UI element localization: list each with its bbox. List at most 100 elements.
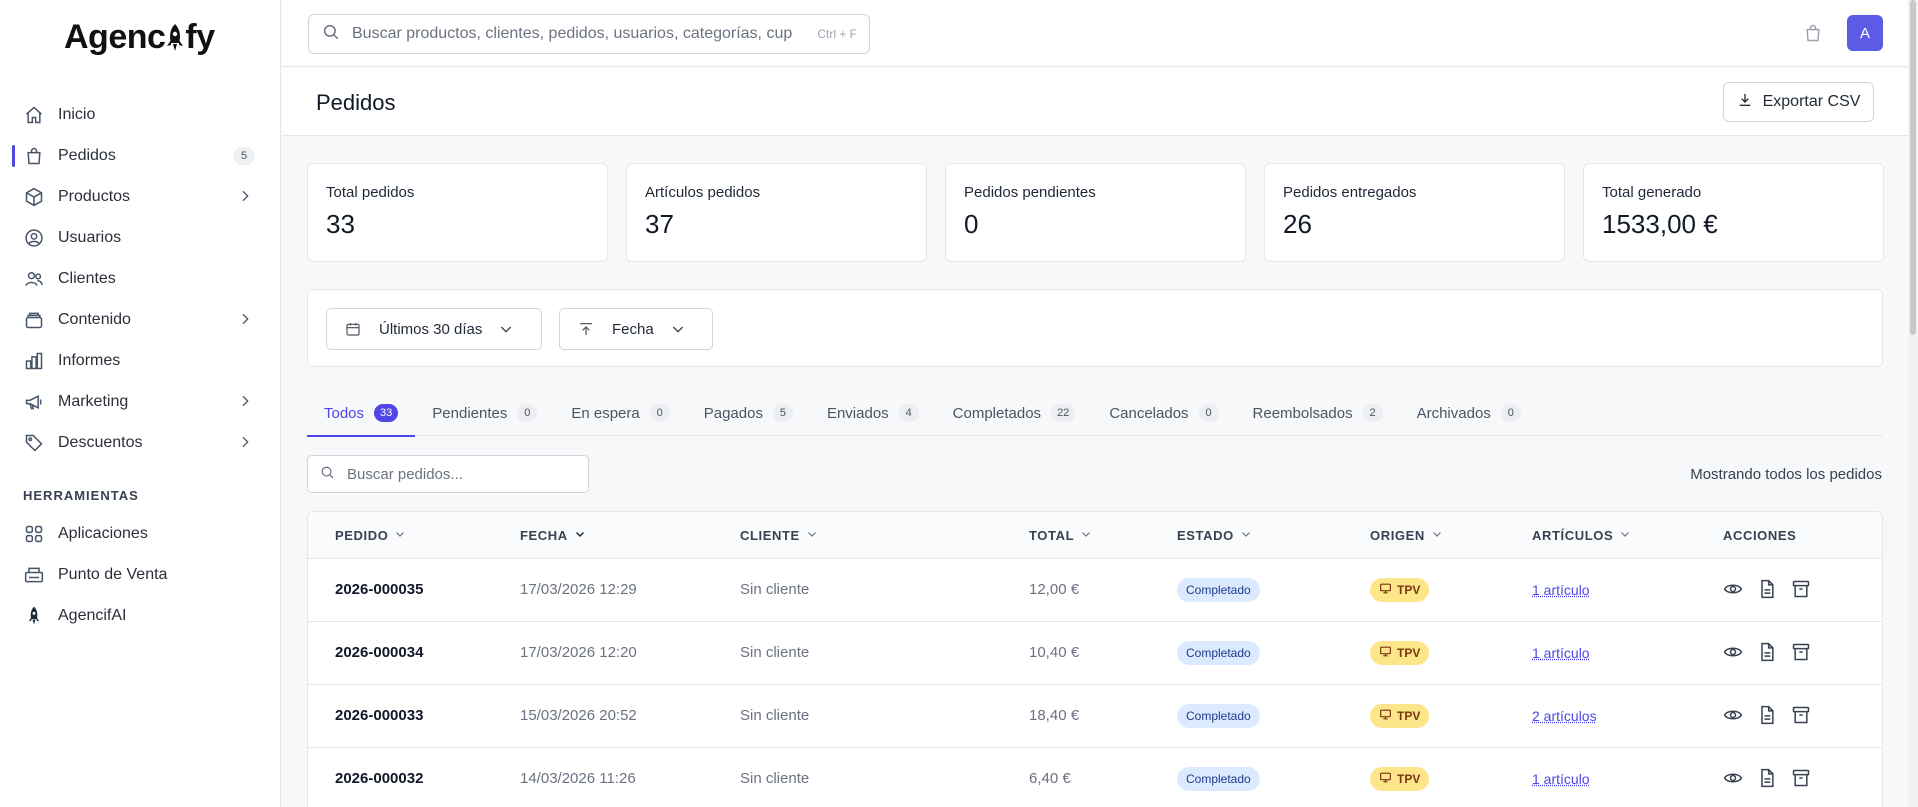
chevron-right-icon[interactable] bbox=[237, 393, 253, 414]
search-shortcut-hint: Ctrl + F bbox=[817, 27, 857, 41]
tab-count: 33 bbox=[374, 404, 399, 422]
tab-todos[interactable]: Todos 33 bbox=[307, 390, 416, 437]
tab-enviados[interactable]: Enviados 4 bbox=[810, 390, 936, 436]
table-row[interactable]: 2026-000034 17/03/2026 12:20 Sin cliente… bbox=[308, 622, 1882, 685]
invoice-document-icon[interactable] bbox=[1757, 768, 1777, 788]
column-label: ACCIONES bbox=[1723, 528, 1797, 543]
sidebar-item-pedidos[interactable]: Pedidos 5 bbox=[0, 135, 281, 176]
view-eye-icon[interactable] bbox=[1723, 642, 1743, 662]
column-header-origen[interactable]: ORIGEN bbox=[1370, 528, 1443, 543]
column-header-acciones: ACCIONES bbox=[1723, 528, 1796, 543]
tab-label: Archivados bbox=[1416, 404, 1491, 422]
user-avatar[interactable]: A bbox=[1847, 15, 1883, 51]
column-header-total[interactable]: TOTAL bbox=[1029, 528, 1092, 543]
column-header-fecha[interactable]: FECHA bbox=[520, 528, 586, 543]
archive-icon[interactable] bbox=[1791, 579, 1811, 599]
column-header-pedido[interactable]: PEDIDO bbox=[335, 528, 406, 543]
app-logo[interactable]: Agenc fy bbox=[64, 18, 215, 57]
tab-label: Completados bbox=[952, 404, 1042, 422]
order-customer: Sin cliente bbox=[740, 770, 810, 787]
grid-icon bbox=[24, 524, 44, 544]
sidebar-item-descuentos[interactable]: Descuentos bbox=[0, 422, 281, 463]
tab-cancelados[interactable]: Cancelados 0 bbox=[1092, 390, 1235, 436]
sidebar-item-marketing[interactable]: Marketing bbox=[0, 381, 281, 422]
archive-icon[interactable] bbox=[1791, 705, 1811, 725]
stat-card-total-generado: Total generado 1533,00 € bbox=[1583, 163, 1884, 262]
column-header-articulos[interactable]: ARTÍCULOS bbox=[1532, 528, 1631, 543]
column-label: ESTADO bbox=[1177, 528, 1234, 543]
chevron-right-icon[interactable] bbox=[237, 188, 253, 209]
sidebar-item-aplicaciones[interactable]: Aplicaciones bbox=[0, 513, 281, 554]
chevron-down-icon bbox=[806, 528, 818, 543]
items-link[interactable]: 2 artículos bbox=[1532, 708, 1597, 724]
items-link[interactable]: 1 artículo bbox=[1532, 645, 1590, 661]
invoice-document-icon[interactable] bbox=[1757, 642, 1777, 662]
tab-count: 5 bbox=[772, 404, 793, 422]
search-icon bbox=[322, 23, 340, 46]
tab-completados[interactable]: Completados 22 bbox=[936, 390, 1093, 436]
table-row[interactable]: 2026-000032 14/03/2026 11:26 Sin cliente… bbox=[308, 748, 1882, 807]
origin-label: TPV bbox=[1397, 772, 1421, 786]
chevron-right-icon[interactable] bbox=[237, 311, 253, 332]
sidebar-item-inicio[interactable]: Inicio bbox=[0, 94, 281, 135]
sidebar-item-label: Inicio bbox=[58, 105, 96, 123]
page-title: Pedidos bbox=[316, 90, 396, 115]
order-number[interactable]: 2026-000033 bbox=[335, 707, 423, 724]
table-row[interactable]: 2026-000035 17/03/2026 12:29 Sin cliente… bbox=[308, 559, 1882, 622]
order-number[interactable]: 2026-000032 bbox=[335, 770, 423, 787]
invoice-document-icon[interactable] bbox=[1757, 705, 1777, 725]
tab-reembolsados[interactable]: Reembolsados 2 bbox=[1236, 390, 1400, 436]
archive-icon[interactable] bbox=[1791, 642, 1811, 662]
archive-icon[interactable] bbox=[1791, 768, 1811, 788]
chevron-down-icon bbox=[1240, 528, 1252, 543]
sidebar-item-contenido[interactable]: Contenido bbox=[0, 299, 281, 340]
export-csv-button[interactable]: Exportar CSV bbox=[1723, 82, 1874, 122]
sidebar-item-productos[interactable]: Productos bbox=[0, 176, 281, 217]
tab-label: Enviados bbox=[826, 404, 889, 422]
origin-label: TPV bbox=[1397, 709, 1421, 723]
orders-search-input[interactable]: Buscar pedidos... bbox=[307, 455, 589, 493]
view-eye-icon[interactable] bbox=[1723, 768, 1743, 788]
row-actions bbox=[1723, 579, 1811, 599]
tag-icon bbox=[24, 433, 44, 453]
tab-pagados[interactable]: Pagados 5 bbox=[687, 390, 810, 436]
origin-badge: TPV bbox=[1370, 767, 1430, 791]
tab-en-espera[interactable]: En espera 0 bbox=[554, 390, 686, 436]
order-number[interactable]: 2026-000035 bbox=[335, 581, 423, 598]
global-search-placeholder: Buscar productos, clientes, pedidos, usu… bbox=[352, 25, 792, 42]
sidebar-item-punto-de-venta[interactable]: Punto de Venta bbox=[0, 554, 281, 595]
global-search-input[interactable]: Buscar productos, clientes, pedidos, usu… bbox=[308, 14, 870, 54]
sort-dropdown[interactable]: Fecha bbox=[559, 308, 713, 350]
sidebar-item-usuarios[interactable]: Usuarios bbox=[0, 217, 281, 258]
tab-pendientes[interactable]: Pendientes 0 bbox=[415, 390, 554, 436]
page-scrollbar[interactable] bbox=[1908, 0, 1918, 807]
order-number[interactable]: 2026-000034 bbox=[335, 644, 423, 661]
tab-archivados[interactable]: Archivados 0 bbox=[1400, 390, 1538, 436]
sidebar-item-informes[interactable]: Informes bbox=[0, 340, 281, 381]
column-header-cliente[interactable]: CLIENTE bbox=[740, 528, 818, 543]
sidebar-item-clientes[interactable]: Clientes bbox=[0, 258, 281, 299]
items-link[interactable]: 1 artículo bbox=[1532, 771, 1590, 787]
pos-icon bbox=[1379, 708, 1392, 724]
stat-card-pedidos-entregados: Pedidos entregados 26 bbox=[1264, 163, 1565, 262]
view-eye-icon[interactable] bbox=[1723, 705, 1743, 725]
items-link[interactable]: 1 artículo bbox=[1532, 582, 1590, 598]
stat-card-total-pedidos: Total pedidos 33 bbox=[307, 163, 608, 262]
chevron-down-icon bbox=[498, 321, 514, 337]
shopping-bag-icon[interactable] bbox=[1803, 22, 1823, 49]
date-range-dropdown[interactable]: Últimos 30 días bbox=[326, 308, 542, 350]
scrollbar-thumb[interactable] bbox=[1910, 0, 1916, 335]
invoice-document-icon[interactable] bbox=[1757, 579, 1777, 599]
tab-label: Cancelados bbox=[1109, 404, 1189, 422]
table-row[interactable]: 2026-000033 15/03/2026 20:52 Sin cliente… bbox=[308, 685, 1882, 748]
logo-text-left: Agenc bbox=[64, 18, 166, 56]
view-eye-icon[interactable] bbox=[1723, 579, 1743, 599]
chevron-down-icon bbox=[1619, 528, 1631, 543]
chevron-right-icon[interactable] bbox=[237, 434, 253, 455]
origin-label: TPV bbox=[1397, 646, 1421, 660]
column-header-estado[interactable]: ESTADO bbox=[1177, 528, 1252, 543]
sidebar-item-agencifai[interactable]: AgencifAI bbox=[0, 595, 281, 636]
pedidos-count-badge: 5 bbox=[233, 147, 255, 165]
chevron-down-icon bbox=[670, 321, 686, 337]
stat-label: Artículos pedidos bbox=[645, 184, 761, 201]
